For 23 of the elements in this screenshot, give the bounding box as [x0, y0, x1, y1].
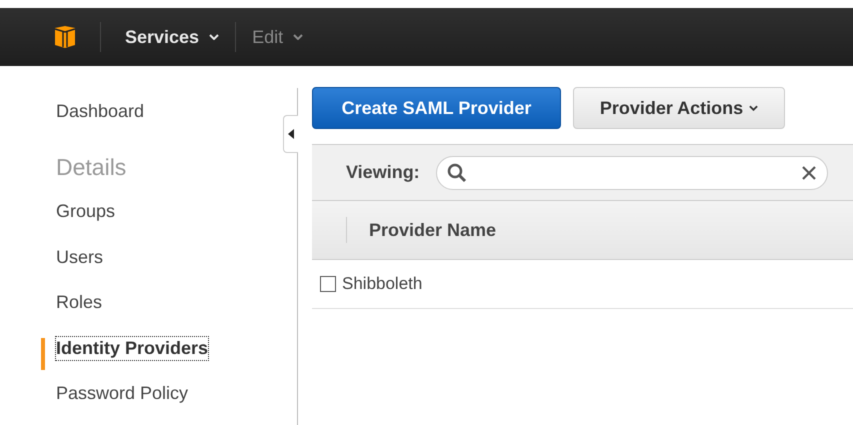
search-icon [446, 162, 467, 182]
filter-label: Viewing: [346, 162, 420, 183]
triangle-left-icon [288, 129, 294, 139]
sidebar-item[interactable]: Roles [56, 291, 102, 314]
close-icon[interactable] [800, 164, 817, 180]
sidebar-item[interactable]: Groups [56, 200, 116, 224]
column-header[interactable]: Provider Name [369, 220, 496, 240]
collapse-tab[interactable] [283, 115, 298, 153]
sidebar-item[interactable]: Identity Providers [56, 336, 208, 360]
section-heading: Details [56, 154, 126, 181]
row-checkbox[interactable] [320, 276, 336, 292]
create-button[interactable]: Create SAML Provider [312, 87, 561, 129]
chevron-down-icon [209, 34, 220, 40]
cube-icon[interactable] [52, 25, 78, 49]
table-cell: Shibboleth [342, 274, 422, 294]
actions-button[interactable]: Provider Actions [573, 87, 785, 129]
chevron-down-icon [293, 34, 304, 40]
sidebar-item[interactable]: Password Policy [56, 382, 188, 406]
nav-menu[interactable]: Services [101, 26, 236, 48]
sidebar-item[interactable]: Users [56, 246, 104, 269]
search-field[interactable] [436, 156, 828, 190]
chevron-down-icon [749, 105, 758, 111]
sidebar-item[interactable]: Dashboard [56, 100, 144, 122]
